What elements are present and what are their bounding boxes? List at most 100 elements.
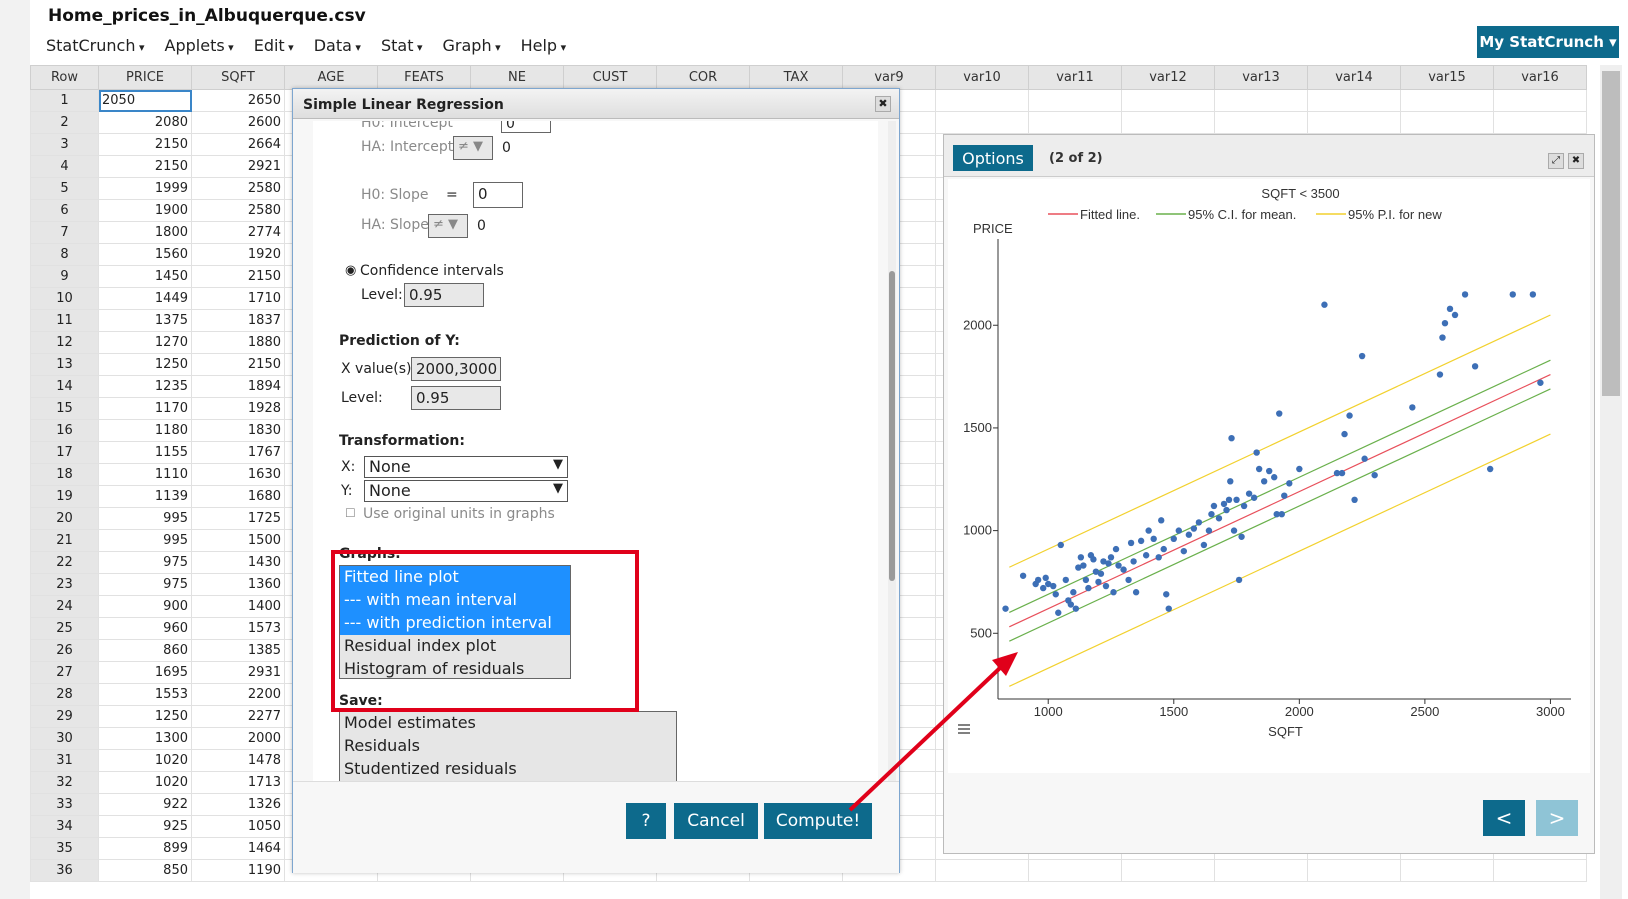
table-cell[interactable]: 1250 — [98, 705, 192, 728]
table-cell[interactable]: 2921 — [191, 155, 285, 178]
table-cell[interactable]: 1155 — [98, 441, 192, 464]
row-header[interactable]: 36 — [30, 859, 99, 882]
close-icon[interactable]: ✖ — [1568, 153, 1584, 169]
row-header[interactable]: 6 — [30, 199, 99, 222]
table-cell[interactable]: 1450 — [98, 265, 192, 288]
table-cell[interactable]: 1464 — [191, 837, 285, 860]
table-cell[interactable]: 1710 — [191, 287, 285, 310]
column-header[interactable]: var14 — [1307, 65, 1401, 90]
table-cell[interactable]: 2150 — [98, 133, 192, 156]
row-header[interactable]: 1 — [30, 89, 99, 112]
table-cell[interactable]: 1235 — [98, 375, 192, 398]
table-cell[interactable]: 2200 — [191, 683, 285, 706]
sheet-scrollbar[interactable] — [1600, 65, 1622, 899]
column-header[interactable]: var12 — [1121, 65, 1215, 90]
table-cell[interactable]: 1837 — [191, 309, 285, 332]
row-header[interactable]: 25 — [30, 617, 99, 640]
menu-edit[interactable]: Edit — [254, 36, 294, 55]
column-header[interactable]: Row — [30, 65, 99, 90]
table-cell[interactable]: 899 — [98, 837, 192, 860]
table-cell[interactable] — [1493, 89, 1587, 112]
column-header[interactable]: var11 — [1028, 65, 1122, 90]
table-cell[interactable]: 2050 — [98, 89, 192, 112]
table-cell[interactable]: 1680 — [191, 485, 285, 508]
column-header[interactable]: TAX — [749, 65, 843, 90]
table-cell[interactable]: 2931 — [191, 661, 285, 684]
next-button[interactable]: > — [1536, 800, 1578, 836]
compute-button[interactable]: Compute! — [764, 803, 872, 839]
ha-intercept-select[interactable]: ≠ ▼ — [453, 136, 493, 160]
table-cell[interactable]: 2080 — [98, 111, 192, 134]
x-transformation-select[interactable]: None ▼ — [364, 456, 568, 478]
row-header[interactable]: 15 — [30, 397, 99, 420]
row-header[interactable]: 32 — [30, 771, 99, 794]
column-header[interactable]: var13 — [1214, 65, 1308, 90]
save-listbox[interactable]: Model estimates Residuals Studentized re… — [339, 711, 677, 781]
prev-button[interactable]: < — [1483, 800, 1525, 836]
table-cell[interactable]: 2000 — [191, 727, 285, 750]
row-header[interactable]: 26 — [30, 639, 99, 662]
table-cell[interactable]: 1139 — [98, 485, 192, 508]
row-header[interactable]: 10 — [30, 287, 99, 310]
table-cell[interactable] — [1400, 89, 1494, 112]
table-cell[interactable]: 1375 — [98, 309, 192, 332]
table-cell[interactable]: 2580 — [191, 199, 285, 222]
table-cell[interactable]: 922 — [98, 793, 192, 816]
table-cell[interactable]: 2650 — [191, 89, 285, 112]
close-icon[interactable]: ✖ — [875, 96, 891, 112]
table-cell[interactable]: 1020 — [98, 749, 192, 772]
checkbox-icon[interactable]: ☐ — [345, 506, 356, 520]
table-cell[interactable] — [1307, 111, 1401, 134]
table-cell[interactable]: 960 — [98, 617, 192, 640]
scroll-thumb[interactable] — [1602, 71, 1620, 396]
h0-slope-input[interactable]: 0 — [473, 182, 523, 208]
save-option-residuals[interactable]: Residuals — [340, 735, 676, 758]
table-cell[interactable] — [1214, 859, 1308, 882]
table-cell[interactable]: 1630 — [191, 463, 285, 486]
menu-data[interactable]: Data — [314, 36, 361, 55]
menu-applets[interactable]: Applets — [165, 36, 234, 55]
column-header[interactable]: FEATS — [377, 65, 471, 90]
help-button[interactable]: ? — [626, 803, 666, 839]
table-cell[interactable]: 2664 — [191, 133, 285, 156]
table-cell[interactable]: 925 — [98, 815, 192, 838]
row-header[interactable]: 29 — [30, 705, 99, 728]
row-header[interactable]: 12 — [30, 331, 99, 354]
table-cell[interactable]: 1695 — [98, 661, 192, 684]
table-cell[interactable]: 1900 — [98, 199, 192, 222]
table-cell[interactable]: 2150 — [191, 353, 285, 376]
ci-level-input[interactable]: 0.95 — [404, 283, 484, 307]
row-header[interactable]: 24 — [30, 595, 99, 618]
table-cell[interactable]: 1430 — [191, 551, 285, 574]
row-header[interactable]: 23 — [30, 573, 99, 596]
table-cell[interactable] — [1400, 111, 1494, 134]
table-cell[interactable]: 2580 — [191, 177, 285, 200]
cancel-button[interactable]: Cancel — [674, 803, 758, 839]
table-cell[interactable] — [1121, 111, 1215, 134]
table-cell[interactable]: 2277 — [191, 705, 285, 728]
table-cell[interactable]: 850 — [98, 859, 192, 882]
row-header[interactable]: 21 — [30, 529, 99, 552]
table-cell[interactable] — [1214, 89, 1308, 112]
table-cell[interactable] — [1307, 89, 1401, 112]
row-header[interactable]: 31 — [30, 749, 99, 772]
save-option-model-estimates[interactable]: Model estimates — [340, 712, 676, 735]
ha-slope-select[interactable]: ≠ ▼ — [428, 214, 468, 238]
table-cell[interactable] — [1028, 111, 1122, 134]
row-header[interactable]: 7 — [30, 221, 99, 244]
table-cell[interactable]: 1500 — [191, 529, 285, 552]
table-cell[interactable]: 995 — [98, 529, 192, 552]
table-cell[interactable]: 1725 — [191, 507, 285, 530]
expand-icon[interactable]: ⤢ — [1548, 153, 1564, 169]
column-header[interactable]: SQFT — [191, 65, 285, 90]
menu-help[interactable]: Help — [521, 36, 567, 55]
column-header[interactable]: var16 — [1493, 65, 1587, 90]
table-cell[interactable]: 1713 — [191, 771, 285, 794]
row-header[interactable]: 8 — [30, 243, 99, 266]
table-cell[interactable]: 1250 — [98, 353, 192, 376]
column-header[interactable]: PRICE — [98, 65, 192, 90]
options-button[interactable]: Options — [953, 145, 1033, 171]
my-statcrunch-button[interactable]: My StatCrunch ▾ — [1477, 26, 1619, 58]
row-header[interactable]: 9 — [30, 265, 99, 288]
row-header[interactable]: 33 — [30, 793, 99, 816]
